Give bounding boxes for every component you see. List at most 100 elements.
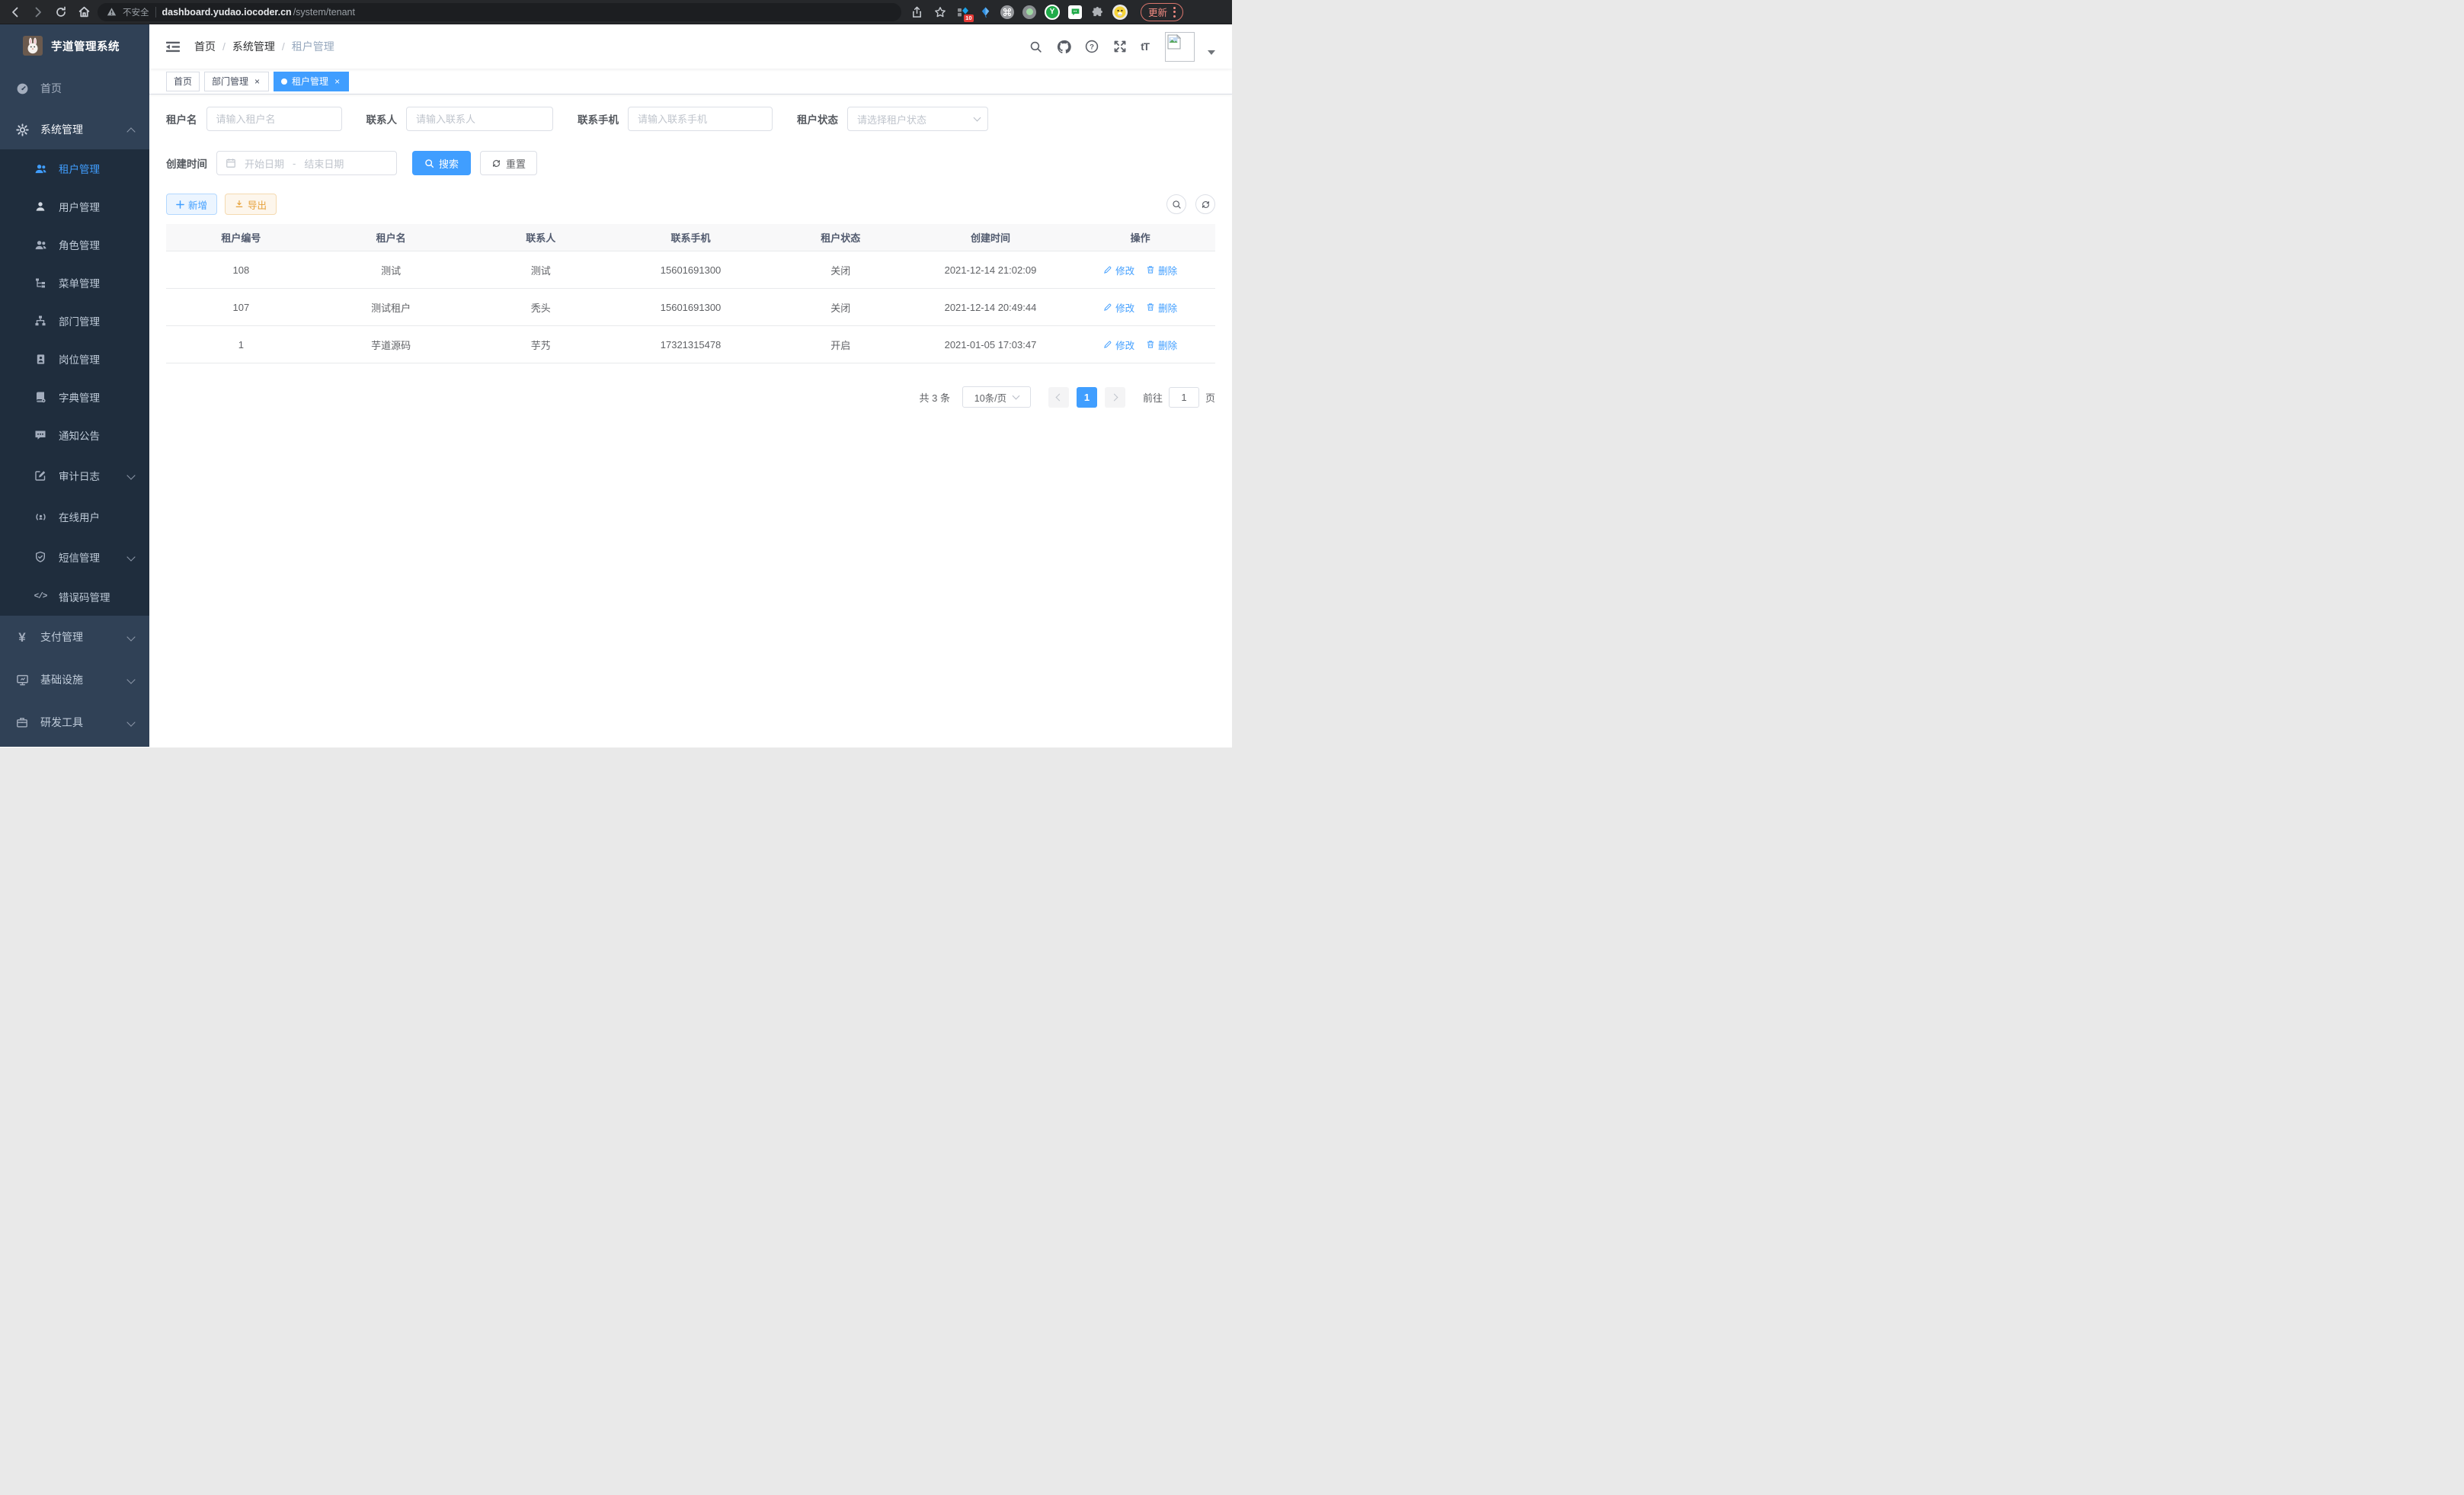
tab-home[interactable]: 首页 bbox=[166, 72, 200, 91]
extension-command-icon[interactable] bbox=[1000, 5, 1014, 19]
col-operations: 操作 bbox=[1065, 230, 1215, 245]
cell-phone: 15601691300 bbox=[616, 302, 766, 313]
devtools-icon bbox=[15, 716, 29, 728]
sidebar-item-sms[interactable]: 短信管理 bbox=[0, 536, 149, 578]
extensions-puzzle-icon[interactable] bbox=[1090, 5, 1104, 19]
sidebar-item-notice[interactable]: 通知公告 bbox=[0, 416, 149, 454]
date-end-placeholder: 结束日期 bbox=[304, 156, 344, 171]
breadcrumb-separator: / bbox=[282, 40, 285, 53]
home-icon[interactable] bbox=[76, 5, 91, 20]
sidebar-item-user[interactable]: 用户管理 bbox=[0, 187, 149, 226]
gear-icon bbox=[15, 123, 29, 136]
tab-dept[interactable]: 部门管理 × bbox=[204, 72, 269, 91]
reset-button[interactable]: 重置 bbox=[480, 151, 537, 175]
sidebar-item-post[interactable]: 岗位管理 bbox=[0, 340, 149, 378]
sidebar-logo[interactable]: 芋道管理系统 bbox=[0, 24, 149, 67]
add-button[interactable]: 新增 bbox=[166, 194, 217, 215]
edit-link[interactable]: 修改 bbox=[1103, 338, 1134, 352]
close-icon[interactable]: × bbox=[333, 76, 341, 87]
sidebar-item-menu[interactable]: 菜单管理 bbox=[0, 264, 149, 302]
cell-created: 2021-12-14 20:49:44 bbox=[916, 302, 1066, 313]
phone-input[interactable] bbox=[628, 107, 773, 131]
search-button-label: 搜索 bbox=[439, 156, 459, 171]
share-icon[interactable] bbox=[909, 5, 924, 20]
sidebar-item-online-users[interactable]: 在线用户 bbox=[0, 497, 149, 536]
sms-shield-icon bbox=[34, 551, 47, 563]
export-button[interactable]: 导出 bbox=[225, 194, 277, 215]
extension-kite-icon[interactable] bbox=[978, 5, 992, 19]
status-select[interactable]: 请选择租户状态 bbox=[847, 107, 988, 131]
breadcrumb-home[interactable]: 首页 bbox=[194, 39, 216, 54]
github-icon[interactable] bbox=[1056, 39, 1071, 54]
delete-link[interactable]: 删除 bbox=[1146, 263, 1177, 277]
broken-avatar-image[interactable] bbox=[1165, 32, 1195, 62]
delete-link[interactable]: 删除 bbox=[1146, 300, 1177, 315]
edit-link[interactable]: 修改 bbox=[1103, 263, 1134, 277]
sidebar-item-role[interactable]: 角色管理 bbox=[0, 226, 149, 264]
cell-name: 测试租户 bbox=[316, 300, 466, 315]
more-menu-icon[interactable] bbox=[1173, 7, 1176, 18]
fullscreen-icon[interactable] bbox=[1112, 39, 1128, 54]
close-icon[interactable]: × bbox=[253, 76, 261, 87]
sidebar-item-label: 租户管理 bbox=[59, 161, 100, 176]
screen: 不安全 dashboard.yudao.iocoder.cn/system/te… bbox=[0, 0, 1232, 748]
update-label: 更新 bbox=[1148, 5, 1167, 19]
sidebar-item-infra[interactable]: 基础设施 bbox=[0, 658, 149, 701]
tab-label: 租户管理 bbox=[292, 75, 328, 88]
refresh-icon[interactable] bbox=[1195, 194, 1215, 214]
search-icon[interactable] bbox=[1028, 39, 1043, 54]
breadcrumb-system[interactable]: 系统管理 bbox=[232, 39, 275, 54]
sidebar-item-payment[interactable]: ¥ 支付管理 bbox=[0, 616, 149, 658]
col-phone: 联系手机 bbox=[616, 230, 766, 245]
security-label[interactable]: 不安全 bbox=[123, 6, 149, 18]
extension-dot-circle-icon[interactable] bbox=[1022, 5, 1036, 19]
sidebar-item-error-code[interactable]: </> 错误码管理 bbox=[0, 578, 149, 616]
sidebar-item-label: 短信管理 bbox=[59, 549, 100, 565]
sidebar-item-dict[interactable]: 字典管理 bbox=[0, 378, 149, 416]
col-created: 创建时间 bbox=[916, 230, 1066, 245]
address-bar[interactable]: 不安全 dashboard.yudao.iocoder.cn/system/te… bbox=[98, 3, 901, 21]
prev-page-button[interactable] bbox=[1048, 387, 1069, 408]
update-button[interactable]: 更新 bbox=[1141, 3, 1183, 21]
sidebar-item-system[interactable]: 系统管理 bbox=[0, 110, 149, 149]
next-page-button[interactable] bbox=[1105, 387, 1125, 408]
contact-label: 联系人 bbox=[366, 111, 398, 126]
user-icon bbox=[34, 200, 47, 213]
goto-label: 前往 bbox=[1143, 390, 1163, 405]
hamburger-fold-icon[interactable] bbox=[166, 40, 181, 53]
extension-y-icon[interactable]: Y bbox=[1045, 5, 1060, 20]
tenant-name-input[interactable] bbox=[206, 107, 342, 131]
dictionary-icon bbox=[34, 391, 47, 403]
date-range-picker[interactable]: 开始日期 - 结束日期 bbox=[216, 151, 397, 175]
edit-label: 修改 bbox=[1115, 338, 1134, 352]
delete-link[interactable]: 删除 bbox=[1146, 338, 1177, 352]
font-size-icon[interactable]: tT bbox=[1141, 41, 1149, 53]
current-page-button[interactable]: 1 bbox=[1077, 387, 1097, 408]
reload-icon[interactable] bbox=[53, 5, 69, 20]
star-icon[interactable] bbox=[933, 5, 948, 20]
back-icon[interactable] bbox=[8, 5, 23, 20]
delete-label: 删除 bbox=[1158, 300, 1177, 315]
sidebar-item-dept[interactable]: 部门管理 bbox=[0, 302, 149, 340]
edit-link[interactable]: 修改 bbox=[1103, 300, 1134, 315]
extension-badge: 10 bbox=[964, 14, 974, 22]
contact-input[interactable] bbox=[406, 107, 553, 131]
dropdown-caret-icon[interactable] bbox=[1208, 50, 1215, 55]
extension-chat-icon[interactable] bbox=[1068, 5, 1082, 19]
profile-smiley-icon[interactable] bbox=[1112, 5, 1128, 20]
search-toggle-icon[interactable] bbox=[1166, 194, 1186, 214]
export-button-label: 导出 bbox=[248, 197, 267, 212]
extension-diamond-icon[interactable]: 10 bbox=[956, 5, 970, 19]
sidebar-item-devtools[interactable]: 研发工具 bbox=[0, 701, 149, 744]
search-button[interactable]: 搜索 bbox=[412, 151, 471, 175]
help-icon[interactable]: ? bbox=[1084, 39, 1099, 54]
tab-tenant[interactable]: 租户管理 × bbox=[274, 72, 349, 91]
date-start-placeholder: 开始日期 bbox=[245, 156, 284, 171]
sidebar-item-tenant[interactable]: 租户管理 bbox=[0, 149, 149, 187]
cell-contact: 测试 bbox=[466, 263, 616, 277]
sidebar-item-home[interactable]: 首页 bbox=[0, 67, 149, 110]
sidebar-item-audit-log[interactable]: 审计日志 bbox=[0, 454, 149, 497]
page-size-select[interactable]: 10条/页 bbox=[962, 386, 1031, 408]
goto-page-input[interactable] bbox=[1169, 387, 1199, 408]
forward-icon[interactable] bbox=[30, 5, 46, 20]
